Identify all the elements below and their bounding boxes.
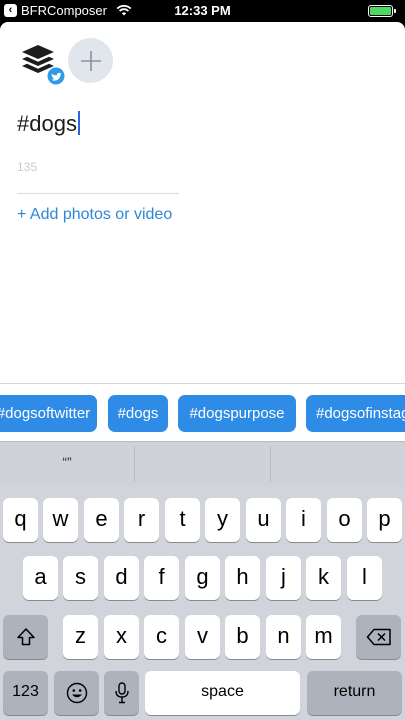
prediction-item[interactable] (271, 442, 405, 487)
key-o[interactable]: o (327, 498, 362, 542)
prediction-item[interactable]: “” (0, 442, 134, 487)
post-text: #dogs (17, 111, 77, 136)
hashtag-chip[interactable]: #dogs (108, 395, 168, 432)
status-bar: ‹ BFRComposer 12:33 PM (0, 0, 405, 22)
key-b[interactable]: b (225, 615, 260, 659)
key-d[interactable]: d (104, 556, 139, 600)
space-key[interactable]: space (145, 671, 300, 715)
key-w[interactable]: w (43, 498, 78, 542)
key-n[interactable]: n (266, 615, 301, 659)
character-count: 135 (17, 160, 38, 174)
emoji-icon (66, 682, 87, 704)
key-k[interactable]: k (306, 556, 341, 600)
hashtag-chip[interactable]: #dogsofinstagram (306, 395, 405, 432)
hashtag-suggestion-bar: #dogsoftwitter #dogs #dogspurpose #dogso… (0, 383, 405, 441)
prediction-item[interactable] (135, 442, 270, 487)
text-caret (77, 111, 80, 135)
key-r[interactable]: r (124, 498, 159, 542)
key-c[interactable]: c (144, 615, 179, 659)
key-y[interactable]: y (205, 498, 240, 542)
post-text-input[interactable]: #dogs (17, 111, 80, 137)
plus-icon (80, 50, 101, 71)
microphone-key[interactable] (104, 671, 139, 715)
return-key[interactable]: return (307, 671, 402, 715)
key-t[interactable]: t (165, 498, 200, 542)
microphone-icon (114, 682, 129, 704)
hashtag-chip[interactable]: #dogsoftwitter (0, 395, 97, 432)
prediction-bar: “” (0, 441, 405, 486)
key-l[interactable]: l (347, 556, 382, 600)
key-h[interactable]: h (225, 556, 260, 600)
key-f[interactable]: f (144, 556, 179, 600)
key-u[interactable]: u (246, 498, 281, 542)
emoji-key[interactable] (54, 671, 99, 715)
composer-panel: #dogs 135 + Add photos or video (0, 22, 405, 383)
add-media-button[interactable]: + Add photos or video (17, 206, 172, 224)
delete-key[interactable] (356, 615, 401, 659)
delete-icon (366, 628, 391, 646)
key-p[interactable]: p (367, 498, 402, 542)
shift-key[interactable] (3, 615, 48, 659)
key-i[interactable]: i (286, 498, 321, 542)
key-x[interactable]: x (104, 615, 139, 659)
battery-fill (370, 7, 391, 15)
key-m[interactable]: m (306, 615, 341, 659)
key-g[interactable]: g (185, 556, 220, 600)
keyboard: “” q w e r t y u i o p a s d f g h j k l… (0, 441, 405, 720)
status-time: 12:33 PM (174, 3, 231, 18)
key-q[interactable]: q (3, 498, 38, 542)
add-profile-button[interactable] (68, 38, 113, 83)
divider (17, 193, 179, 194)
key-a[interactable]: a (23, 556, 58, 600)
key-j[interactable]: j (266, 556, 301, 600)
numbers-key[interactable]: 123 (3, 671, 48, 715)
hashtag-chip[interactable]: #dogspurpose (178, 395, 296, 432)
buffer-stack-icon[interactable] (18, 42, 68, 92)
key-e[interactable]: e (84, 498, 119, 542)
key-s[interactable]: s (63, 556, 98, 600)
shift-icon (16, 628, 35, 646)
battery-icon (368, 5, 396, 17)
key-v[interactable]: v (185, 615, 220, 659)
key-z[interactable]: z (63, 615, 98, 659)
